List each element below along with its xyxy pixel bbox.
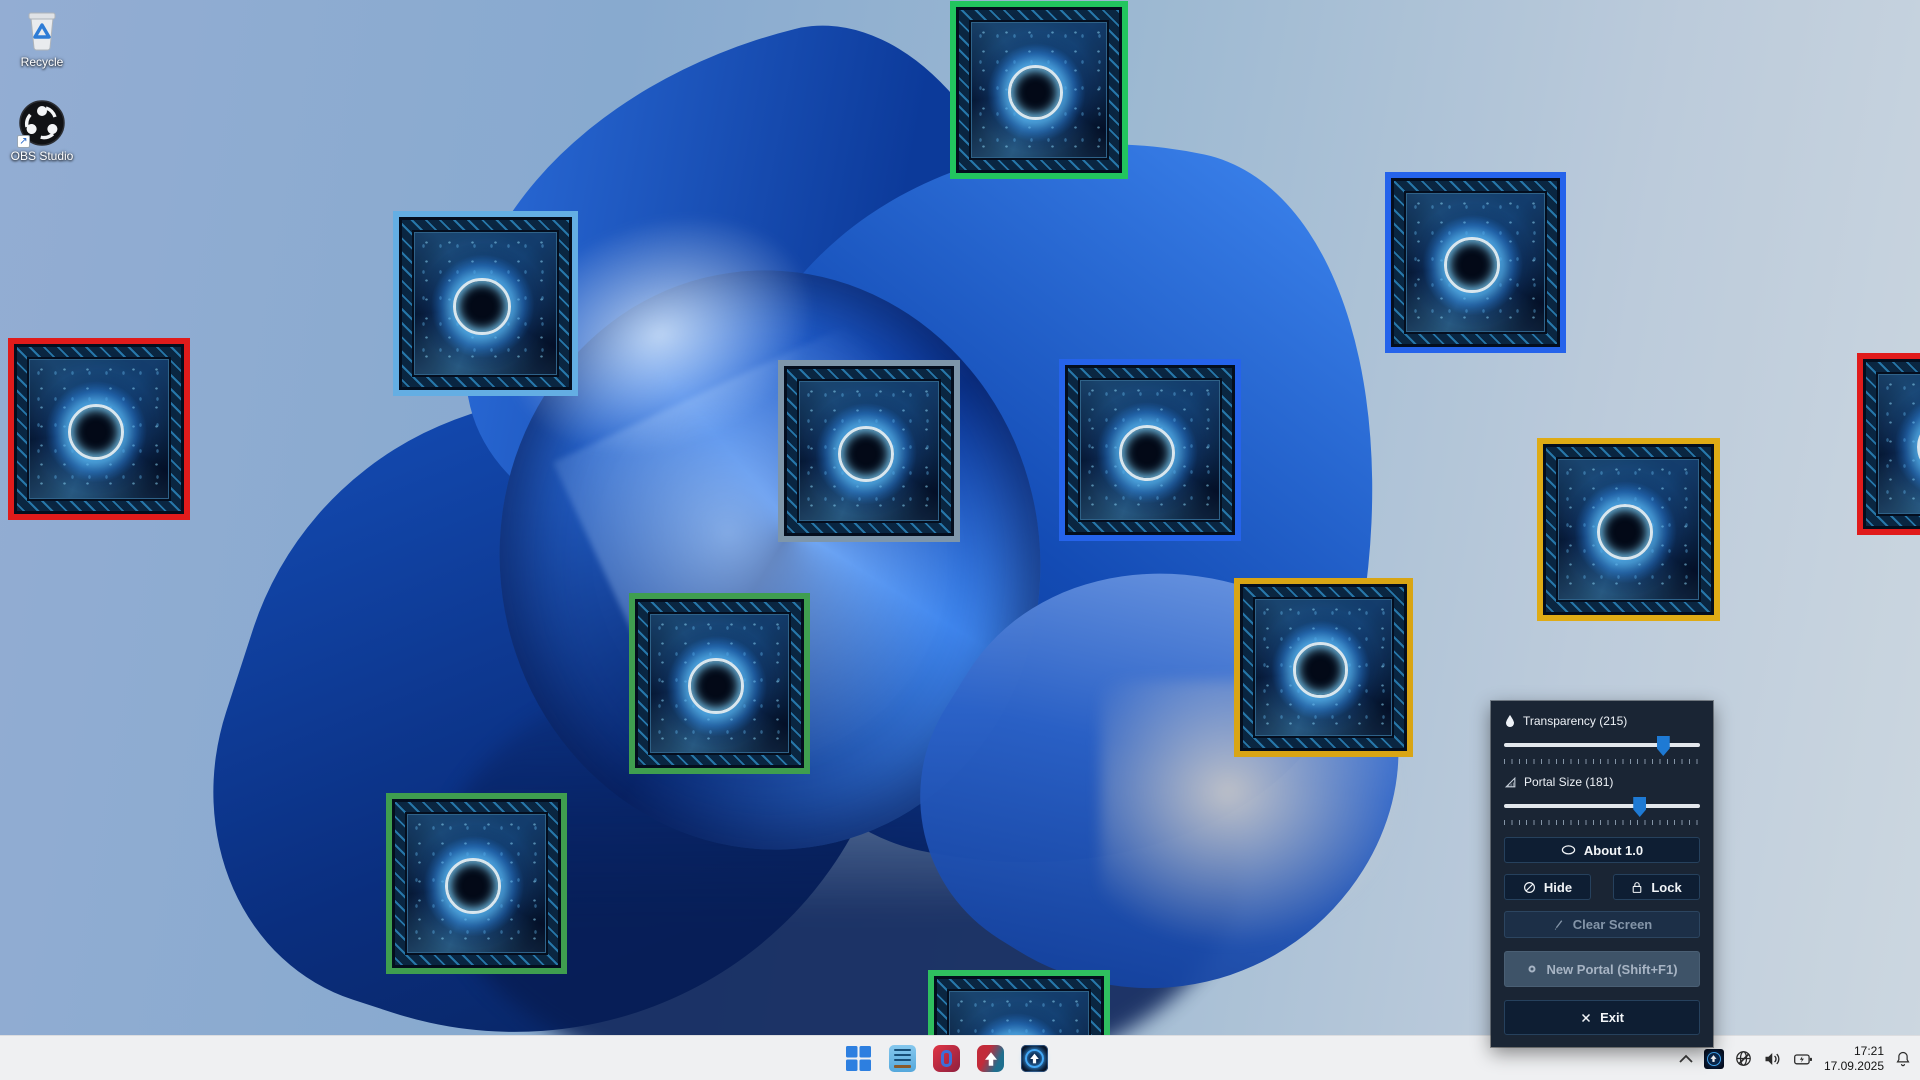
clock-time: 17:21 — [1824, 1044, 1884, 1059]
portal-tray-icon[interactable] — [1704, 1049, 1724, 1069]
portal-size-thumb[interactable] — [1633, 797, 1646, 817]
hide-lock-row: Hide Lock — [1504, 874, 1700, 900]
portal-window[interactable] — [1385, 172, 1566, 353]
portal-size-slider-track[interactable] — [1504, 804, 1700, 808]
portal-control-panel: Transparency (215) Portal Size (181) Abo… — [1491, 701, 1713, 1047]
portal-glow-ring-icon — [1119, 425, 1175, 481]
notepad-icon — [894, 1049, 911, 1068]
hide-slash-circle-icon — [1523, 881, 1536, 894]
portal-window[interactable] — [1857, 353, 1920, 535]
taskbar-clock[interactable]: 17:21 17.09.2025 — [1824, 1044, 1884, 1074]
portal-window[interactable] — [1234, 578, 1413, 757]
portal-window[interactable] — [1059, 359, 1241, 541]
portal-window[interactable] — [8, 338, 190, 520]
portal-size-slider[interactable] — [1504, 798, 1700, 816]
transparency-slider-track[interactable] — [1504, 743, 1700, 747]
up-arrow-icon — [982, 1050, 1000, 1068]
portal-window[interactable] — [1537, 438, 1720, 621]
network-offline-icon[interactable] — [1734, 1049, 1753, 1068]
portal-glow-ring-icon — [688, 658, 744, 714]
portal-glow-icon — [1707, 1052, 1721, 1066]
hide-button[interactable]: Hide — [1504, 874, 1591, 900]
ruler-icon — [1504, 776, 1517, 789]
portal-glow-ring-icon — [1008, 65, 1063, 120]
taskbar-app-desktop-portals[interactable] — [1021, 1045, 1048, 1072]
taskbar-center-apps — [845, 1036, 1048, 1080]
system-tray: 17:21 17.09.2025 — [1678, 1036, 1912, 1080]
volume-icon[interactable] — [1763, 1050, 1783, 1068]
portal-image — [1065, 365, 1235, 535]
battery-icon[interactable] — [1793, 1051, 1814, 1067]
about-button[interactable]: About 1.0 — [1504, 837, 1700, 863]
portal-window[interactable] — [386, 793, 567, 974]
portal-glow-ring-icon — [838, 426, 894, 482]
clock-date: 17.09.2025 — [1824, 1059, 1884, 1074]
droplet-icon — [1504, 714, 1516, 728]
notifications-bell-icon[interactable] — [1894, 1049, 1912, 1068]
portal-glow-ring-icon — [1293, 642, 1348, 697]
portal-glow-icon — [1025, 1049, 1044, 1068]
new-portal-button[interactable]: New Portal (Shift+F1) — [1504, 951, 1700, 987]
portal-image — [635, 599, 804, 768]
exit-button-label: Exit — [1600, 1010, 1624, 1025]
taskbar-app-notepad[interactable] — [889, 1045, 916, 1072]
portal-window[interactable] — [629, 593, 810, 774]
new-portal-button-label: New Portal (Shift+F1) — [1546, 962, 1677, 977]
portal-size-slider-ticks — [1504, 820, 1700, 825]
portal-window[interactable] — [778, 360, 960, 542]
portal-image — [1543, 444, 1714, 615]
start-button[interactable] — [845, 1045, 872, 1072]
portal-image — [392, 799, 561, 968]
lock-button[interactable]: Lock — [1613, 874, 1700, 900]
portal-image — [784, 366, 954, 536]
transparency-slider-ticks — [1504, 759, 1700, 764]
transparency-slider[interactable] — [1504, 737, 1700, 755]
windows-logo-icon — [845, 1045, 872, 1072]
desktop: Recycle ↗ OBS Studio — [0, 0, 1920, 1080]
clear-screen-button[interactable]: Clear Screen — [1504, 911, 1700, 938]
portal-size-label-row: Portal Size (181) — [1504, 774, 1700, 790]
portal-size-label: Portal Size (181) — [1524, 775, 1613, 789]
clear-screen-button-label: Clear Screen — [1573, 917, 1653, 932]
portal-frame-icon — [941, 1050, 952, 1067]
portal-dot-icon — [1526, 963, 1538, 975]
portal-window[interactable] — [950, 1, 1128, 179]
taskbar-app-portal-frame[interactable] — [933, 1045, 960, 1072]
portal-image — [956, 7, 1122, 173]
portal-window[interactable] — [393, 211, 578, 396]
lock-icon — [1631, 881, 1643, 894]
taskbar-app-arrow-launcher[interactable] — [977, 1045, 1004, 1072]
brush-icon — [1552, 918, 1565, 931]
portal-inner-frame — [1878, 374, 1920, 514]
transparency-label-row: Transparency (215) — [1504, 713, 1700, 729]
lock-button-label: Lock — [1651, 880, 1681, 895]
transparency-label: Transparency (215) — [1523, 714, 1627, 728]
portal-glow-ring-icon — [68, 404, 124, 460]
close-x-icon — [1580, 1012, 1592, 1024]
hidden-icons-chevron[interactable] — [1678, 1054, 1694, 1064]
exit-button[interactable]: Exit — [1504, 1000, 1700, 1035]
portal-image — [1240, 584, 1407, 751]
portal-image — [1391, 178, 1560, 347]
speech-bubble-icon — [1561, 845, 1576, 856]
portal-glow-ring-icon — [1444, 237, 1500, 293]
portal-image — [14, 344, 184, 514]
portal-image — [399, 217, 572, 390]
transparency-thumb[interactable] — [1657, 736, 1670, 756]
portal-image — [1863, 359, 1920, 529]
portal-glow-ring-icon — [445, 858, 501, 914]
about-button-label: About 1.0 — [1584, 843, 1643, 858]
portal-glow-ring-icon — [453, 278, 510, 335]
hide-button-label: Hide — [1544, 880, 1572, 895]
